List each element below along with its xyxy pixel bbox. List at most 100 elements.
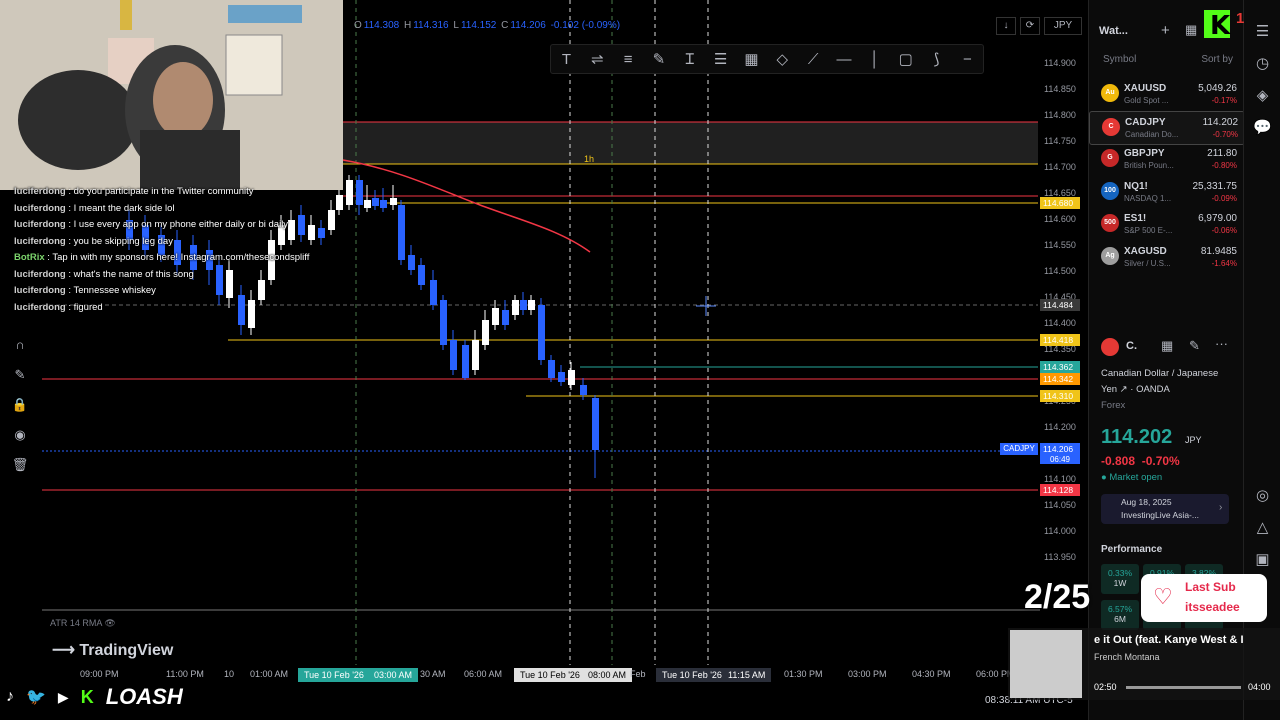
watchlist-row[interactable]: 100 NQ1! NASDAQ 1... 25,331.75 -0.09% bbox=[1089, 176, 1243, 208]
symbol-icon: Au bbox=[1101, 84, 1119, 102]
candle-body bbox=[380, 200, 387, 208]
symbol-price: 211.80 bbox=[1207, 148, 1237, 159]
symbol-price: 25,331.75 bbox=[1192, 180, 1238, 192]
candle-body bbox=[372, 198, 379, 206]
change-value: -0.102 (-0.09%) bbox=[550, 20, 621, 31]
watchlist-row[interactable]: Ag XAGUSD Silver / U.S... 81.9485 -1.64% bbox=[1089, 241, 1243, 273]
watchlist-row[interactable]: Au XAUUSD Gold Spot ... 5,049.26 -0.17% bbox=[1089, 78, 1243, 110]
minus-icon[interactable]: − bbox=[955, 51, 979, 68]
edit-icon[interactable]: ✎ bbox=[1189, 338, 1200, 354]
currency-select[interactable]: JPY bbox=[1044, 17, 1082, 35]
detail-broker: OANDA bbox=[1136, 384, 1170, 395]
tradingview-logo: ⟶ TradingView bbox=[52, 642, 174, 659]
candle-body bbox=[440, 300, 447, 345]
align-icon[interactable]: ⇌ bbox=[585, 50, 609, 68]
col-sort[interactable]: Sort by bbox=[1201, 54, 1233, 65]
col-symbol[interactable]: Symbol bbox=[1103, 54, 1136, 65]
symbol-desc: S&P 500 E-... bbox=[1124, 226, 1173, 235]
price-axis-label: 114.550 bbox=[1044, 240, 1076, 250]
last-sub-card: ♡ Last Sub itsseadee bbox=[1141, 574, 1267, 622]
lock-icon[interactable]: 🔒 bbox=[8, 393, 32, 417]
text-cursor-icon[interactable]: Ɪ bbox=[678, 49, 702, 69]
detail-change-pct: -0.70% bbox=[1141, 454, 1180, 468]
high-value: 114.316 bbox=[413, 20, 449, 31]
magnet-icon[interactable]: ∩ bbox=[8, 333, 32, 357]
perf-cell[interactable]: 6.57% 6M bbox=[1101, 600, 1139, 630]
clock-icon[interactable]: ◷ bbox=[1244, 48, 1280, 80]
chat-message: luciferdong : what's the name of this so… bbox=[0, 267, 340, 284]
symbol-tag: CADJPY bbox=[1000, 443, 1038, 455]
symbol-icon: Ag bbox=[1101, 246, 1119, 265]
rect-icon[interactable]: ▢ bbox=[894, 50, 918, 68]
add-icon[interactable]: + bbox=[1161, 22, 1170, 39]
horizontal-line-icon[interactable]: — bbox=[832, 51, 856, 68]
svg-text:K: K bbox=[1210, 11, 1231, 41]
candle-body bbox=[398, 205, 405, 260]
pen-icon[interactable]: ✎ bbox=[647, 50, 671, 68]
layers-icon[interactable]: ◈ bbox=[1244, 80, 1280, 112]
detail-price: 114.202 bbox=[1101, 426, 1173, 448]
text-icon[interactable]: T bbox=[554, 51, 578, 68]
chat-text: : Tap in with my sponsors here! Instagra… bbox=[44, 252, 310, 263]
symbol-desc: British Poun... bbox=[1124, 161, 1174, 170]
drawing-toolbar: T ⇌ ≡ ✎ Ɪ ☰ ▦ ◇ ⟋ — │ ▢ ⟆ − bbox=[550, 44, 984, 74]
shape-icon[interactable]: ◇ bbox=[770, 50, 794, 68]
tiktok-icon: ♪ bbox=[6, 688, 14, 705]
watchlist-row[interactable]: 500 ES1! S&P 500 E-... 6,979.00 -0.06% bbox=[1089, 208, 1243, 240]
webcam-feed bbox=[0, 0, 343, 190]
symbol-icon: G bbox=[1101, 149, 1119, 167]
trash-icon[interactable]: 🗑 bbox=[8, 453, 32, 477]
refresh-icon[interactable]: ⟳ bbox=[1020, 17, 1040, 35]
grid-icon[interactable]: ▦ bbox=[739, 50, 763, 68]
countdown: 06:49 bbox=[1040, 455, 1080, 464]
symbol-name: NQ1! bbox=[1124, 180, 1148, 192]
eye-icon[interactable]: 👁 bbox=[104, 618, 115, 628]
target-icon[interactable]: ◎ bbox=[1244, 480, 1280, 512]
symbol-change: -0.09% bbox=[1211, 193, 1237, 203]
price-tag-label: 114.362 bbox=[1043, 362, 1073, 372]
candle-body bbox=[580, 385, 587, 395]
chat-username: BotRix bbox=[14, 252, 45, 263]
price-tag-label: 114.206 bbox=[1043, 444, 1073, 454]
symbol-desc: NASDAQ 1... bbox=[1124, 193, 1172, 203]
align2-icon[interactable]: ≡ bbox=[616, 51, 640, 68]
chat-message: luciferdong : you be skipping leg day bbox=[0, 234, 340, 251]
kick-icon: K bbox=[80, 686, 94, 707]
watchlist-title[interactable]: Wat... bbox=[1099, 25, 1128, 37]
layout-icon[interactable]: ▦ bbox=[1185, 22, 1197, 38]
symbol-icon: C bbox=[1102, 117, 1120, 136]
symbol-name: XAUUSD bbox=[1124, 83, 1167, 94]
ray-icon[interactable]: ⟋ bbox=[801, 51, 825, 68]
brand-name: LOASH bbox=[105, 684, 183, 709]
close-value: 114.206 bbox=[510, 20, 546, 31]
calendar-icon[interactable]: ▣ bbox=[1244, 544, 1280, 576]
symbol-name: ES1! bbox=[1124, 213, 1147, 224]
lines-icon[interactable]: ☰ bbox=[709, 50, 733, 68]
pencil-icon[interactable]: ✎ bbox=[8, 363, 32, 387]
symbol-name: GBPJPY bbox=[1124, 148, 1165, 159]
watchlist-row[interactable]: G GBPJPY British Poun... 211.80 -0.80% bbox=[1089, 143, 1243, 175]
triangle-icon[interactable]: △ bbox=[1244, 512, 1280, 544]
candle-body bbox=[558, 372, 565, 382]
flag-icon bbox=[1101, 338, 1119, 356]
vertical-line-icon[interactable]: │ bbox=[863, 51, 887, 68]
eye-icon[interactable]: ◉ bbox=[8, 423, 32, 447]
brush-icon[interactable]: ⟆ bbox=[925, 50, 949, 68]
download-icon[interactable]: ↓ bbox=[996, 17, 1016, 35]
more-icon[interactable]: ··· bbox=[1215, 336, 1228, 351]
time-label: 04:30 PM bbox=[912, 669, 951, 679]
perf-cell[interactable]: 0.33% 1W bbox=[1101, 564, 1139, 594]
watchlist-row[interactable]: C CADJPY Canadian Do... 114.202 -0.70% bbox=[1089, 110, 1245, 145]
chat-username: luciferdong bbox=[14, 235, 66, 247]
heart-icon: ♡ bbox=[1153, 584, 1173, 609]
grid-icon[interactable]: ▦ bbox=[1161, 338, 1173, 354]
candle-body bbox=[356, 180, 363, 205]
detail-type: Forex bbox=[1101, 400, 1126, 411]
price-axis-label: 114.500 bbox=[1044, 266, 1076, 276]
candle-body bbox=[568, 370, 575, 385]
candle-body bbox=[450, 340, 457, 370]
chat-icon[interactable]: 💬 bbox=[1244, 112, 1280, 144]
news-card[interactable]: Aug 18, 2025 InvestingLive Asia-... › bbox=[1101, 494, 1229, 524]
candle-body bbox=[528, 300, 535, 310]
chat-username: luciferdong bbox=[14, 202, 66, 214]
